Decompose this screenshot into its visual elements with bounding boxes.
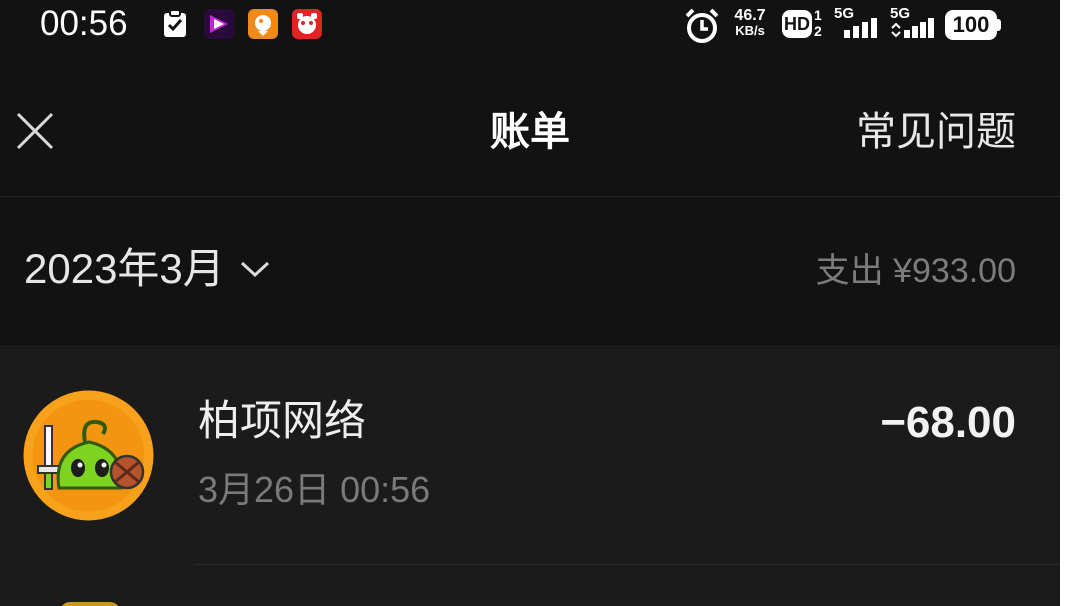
bill-screen: 00:56 46.7 KB/s HD 1 2 5G 5G 100 账单 常见问题…: [0, 0, 1060, 606]
network-speed: 46.7 KB/s: [730, 8, 770, 38]
faq-link[interactable]: 常见问题: [856, 108, 1016, 156]
row-divider: [196, 564, 1060, 565]
expense-summary: 支出 ¥933.00: [815, 252, 1016, 290]
orange-app-icon: [248, 9, 278, 39]
hd-sub-bottom: 2: [814, 23, 822, 39]
transaction-amount: −68.00: [880, 398, 1016, 447]
next-merchant-avatar-icon: [60, 602, 120, 606]
network-speed-unit: KB/s: [735, 23, 765, 38]
hd-voice-icon: HD 1 2: [782, 7, 826, 40]
status-time: 00:56: [40, 4, 128, 43]
hd-sub-top: 1: [814, 7, 822, 23]
merchant-avatar-icon: [23, 390, 154, 521]
month-header: 2023年3月 支出 ¥933.00: [0, 198, 1060, 347]
merchant-name: 柏项网络: [198, 396, 367, 445]
transaction-row[interactable]: 柏项网络 3月26日 00:56 −68.00: [0, 348, 1060, 564]
clipboard-check-icon: [160, 9, 190, 39]
month-label: 2023年3月: [24, 245, 225, 292]
chevron-down-icon: [240, 261, 269, 278]
month-picker[interactable]: 2023年3月: [24, 242, 271, 296]
network-speed-value: 46.7: [734, 7, 766, 24]
title-bar: 账单 常见问题: [0, 50, 1060, 197]
transaction-list: 柏项网络 3月26日 00:56 −68.00: [0, 348, 1060, 606]
video-app-icon: [204, 9, 234, 39]
transaction-time: 3月26日 00:56: [198, 469, 431, 510]
alarm-clock-icon: [684, 8, 720, 44]
hd-badge-label: HD: [782, 10, 812, 38]
battery-icon: 100: [945, 10, 997, 40]
status-bar: 00:56 46.7 KB/s HD 1 2 5G 5G 100: [0, 0, 1060, 50]
signal-strength-icon-sim2: 5G: [890, 6, 938, 40]
signal-strength-icon-sim1: 5G: [834, 6, 882, 40]
battery-tip: [997, 19, 1001, 31]
red-app-icon: [292, 9, 322, 39]
